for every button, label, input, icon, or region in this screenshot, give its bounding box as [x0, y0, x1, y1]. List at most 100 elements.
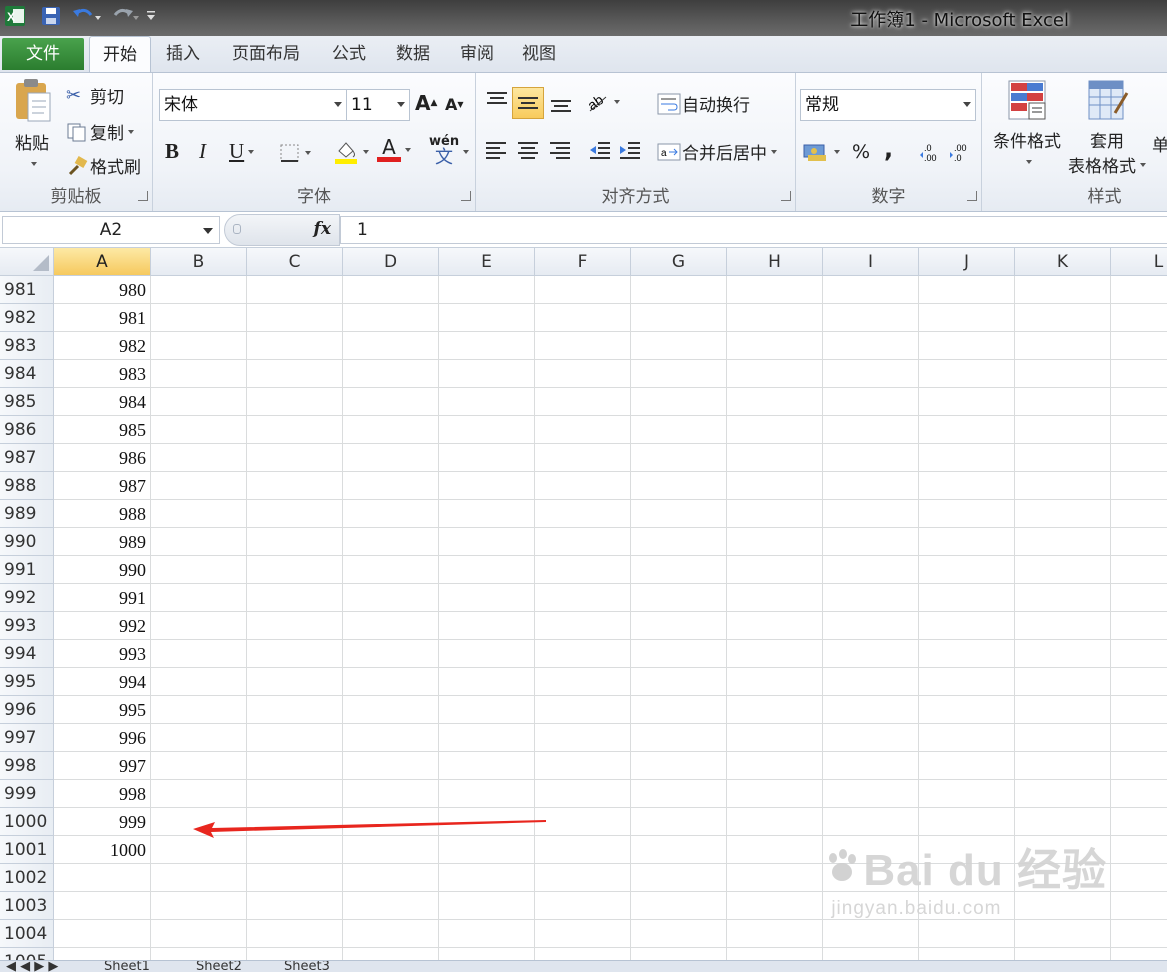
cell-a[interactable]: 984 — [54, 388, 151, 416]
cell-l[interactable] — [1111, 612, 1167, 640]
cell-f[interactable] — [535, 304, 631, 332]
clipboard-launcher-icon[interactable] — [138, 191, 148, 201]
cell-d[interactable] — [343, 920, 439, 948]
cell-h[interactable] — [727, 332, 823, 360]
cell-i[interactable] — [823, 276, 919, 304]
sheet-tab-2[interactable]: Sheet2 — [196, 961, 242, 972]
cell-j[interactable] — [919, 556, 1015, 584]
cell-e[interactable] — [439, 612, 535, 640]
cell-f[interactable] — [535, 276, 631, 304]
tab-data[interactable]: 数据 — [386, 36, 440, 72]
name-box[interactable]: A2 — [2, 216, 220, 244]
cell-e[interactable] — [439, 528, 535, 556]
font-size-dropdown-icon[interactable] — [397, 102, 405, 107]
cell-d[interactable] — [343, 528, 439, 556]
cell-l[interactable] — [1111, 696, 1167, 724]
cell-i[interactable] — [823, 696, 919, 724]
cell-a[interactable]: 982 — [54, 332, 151, 360]
column-header-l[interactable]: L — [1111, 248, 1167, 276]
cell-l[interactable] — [1111, 276, 1167, 304]
cut-button[interactable]: ✂ 剪切 — [66, 83, 124, 108]
font-color-dropdown-icon[interactable] — [405, 147, 411, 152]
cell-j[interactable] — [919, 696, 1015, 724]
cell-k[interactable] — [1015, 444, 1111, 472]
cell-j[interactable] — [919, 500, 1015, 528]
cell-h[interactable] — [727, 360, 823, 388]
cell-f[interactable] — [535, 948, 631, 960]
underline-button[interactable]: U — [229, 139, 255, 164]
cell-b[interactable] — [151, 612, 247, 640]
row-header[interactable]: 1002 — [0, 864, 54, 892]
cell-l[interactable] — [1111, 556, 1167, 584]
decrease-indent-icon[interactable] — [588, 139, 612, 163]
undo-icon[interactable] — [68, 3, 104, 29]
cell-a[interactable]: 996 — [54, 724, 151, 752]
cell-a[interactable]: 990 — [54, 556, 151, 584]
cell-j[interactable] — [919, 528, 1015, 556]
cell-l[interactable] — [1111, 780, 1167, 808]
cell-a[interactable]: 981 — [54, 304, 151, 332]
cell-f[interactable] — [535, 388, 631, 416]
cell-k[interactable] — [1015, 528, 1111, 556]
row-header[interactable]: 981 — [0, 276, 54, 304]
cell-k[interactable] — [1015, 500, 1111, 528]
cell-i[interactable] — [823, 500, 919, 528]
row-header[interactable]: 989 — [0, 500, 54, 528]
cell-h[interactable] — [727, 864, 823, 892]
cell-a[interactable]: 986 — [54, 444, 151, 472]
column-header-a[interactable]: A — [54, 248, 151, 276]
cell-b[interactable] — [151, 528, 247, 556]
cell-j[interactable] — [919, 668, 1015, 696]
cell-e[interactable] — [439, 304, 535, 332]
format-as-table-button[interactable]: 套用 表格格式 — [1064, 79, 1150, 177]
cell-f[interactable] — [535, 668, 631, 696]
grow-font-icon[interactable]: A ▲ — [415, 91, 437, 115]
cell-f[interactable] — [535, 808, 631, 836]
paste-button[interactable]: 粘贴 — [6, 77, 58, 166]
cell-l[interactable] — [1111, 836, 1167, 864]
cell-h[interactable] — [727, 780, 823, 808]
row-header[interactable]: 996 — [0, 696, 54, 724]
cell-f[interactable] — [535, 892, 631, 920]
cell-j[interactable] — [919, 640, 1015, 668]
cell-h[interactable] — [727, 416, 823, 444]
cell-e[interactable] — [439, 556, 535, 584]
cell-c[interactable] — [247, 304, 343, 332]
cell-j[interactable] — [919, 444, 1015, 472]
cell-g[interactable] — [631, 864, 727, 892]
cell-g[interactable] — [631, 724, 727, 752]
cell-c[interactable] — [247, 808, 343, 836]
cell-b[interactable] — [151, 444, 247, 472]
cell-a[interactable]: 1000 — [54, 836, 151, 864]
cell-c[interactable] — [247, 696, 343, 724]
cell-k[interactable] — [1015, 472, 1111, 500]
comma-button[interactable]: , — [884, 135, 893, 163]
cell-i[interactable] — [823, 360, 919, 388]
cell-styles-button[interactable]: 单 — [1152, 131, 1167, 156]
cell-i[interactable] — [823, 668, 919, 696]
cell-e[interactable] — [439, 920, 535, 948]
cell-k[interactable] — [1015, 556, 1111, 584]
cell-i[interactable] — [823, 752, 919, 780]
tab-file[interactable]: 文件 — [2, 38, 84, 70]
cell-k[interactable] — [1015, 360, 1111, 388]
cell-d[interactable] — [343, 668, 439, 696]
shrink-font-icon[interactable]: A ▼ — [445, 95, 464, 114]
column-header-k[interactable]: K — [1015, 248, 1111, 276]
paste-dropdown-icon[interactable] — [31, 162, 37, 166]
cell-j[interactable] — [919, 724, 1015, 752]
accounting-format-button[interactable] — [802, 141, 840, 163]
cell-d[interactable] — [343, 612, 439, 640]
cell-g[interactable] — [631, 472, 727, 500]
merge-center-button[interactable]: a 合并后居中 — [656, 139, 777, 164]
tab-formulas[interactable]: 公式 — [322, 36, 376, 72]
cell-g[interactable] — [631, 948, 727, 960]
cell-h[interactable] — [727, 388, 823, 416]
wrap-text-button[interactable]: 自动换行 — [656, 91, 750, 116]
cell-c[interactable] — [247, 276, 343, 304]
cell-g[interactable] — [631, 920, 727, 948]
cell-g[interactable] — [631, 388, 727, 416]
format-painter-button[interactable]: 格式刷 — [66, 153, 141, 178]
border-dropdown-icon[interactable] — [305, 151, 311, 155]
row-header[interactable]: 1000 — [0, 808, 54, 836]
